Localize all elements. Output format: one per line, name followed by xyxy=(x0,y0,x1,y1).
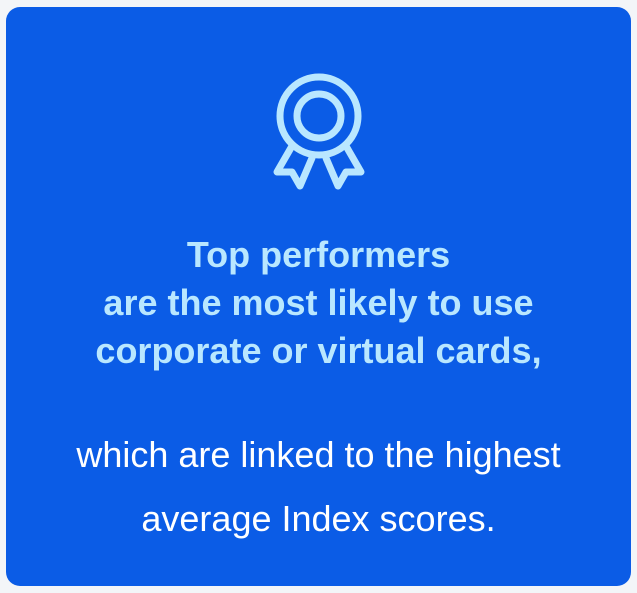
supporting-text: which are linked to the highest average … xyxy=(6,423,631,551)
supporting-text-line-2: average Index scores. xyxy=(141,498,496,539)
headline-line-3: corporate or virtual cards, xyxy=(95,330,542,371)
supporting-text-line-1: which are linked to the highest xyxy=(76,434,561,475)
insight-card: Top performers are the most likely to us… xyxy=(6,7,631,586)
headline-line-1: Top performers xyxy=(186,234,451,275)
award-ribbon-icon xyxy=(273,73,364,190)
headline-line-2: are the most likely to use xyxy=(103,282,534,323)
award-ribbon-icon-container xyxy=(6,68,631,196)
headline: Top performers are the most likely to us… xyxy=(6,231,631,375)
